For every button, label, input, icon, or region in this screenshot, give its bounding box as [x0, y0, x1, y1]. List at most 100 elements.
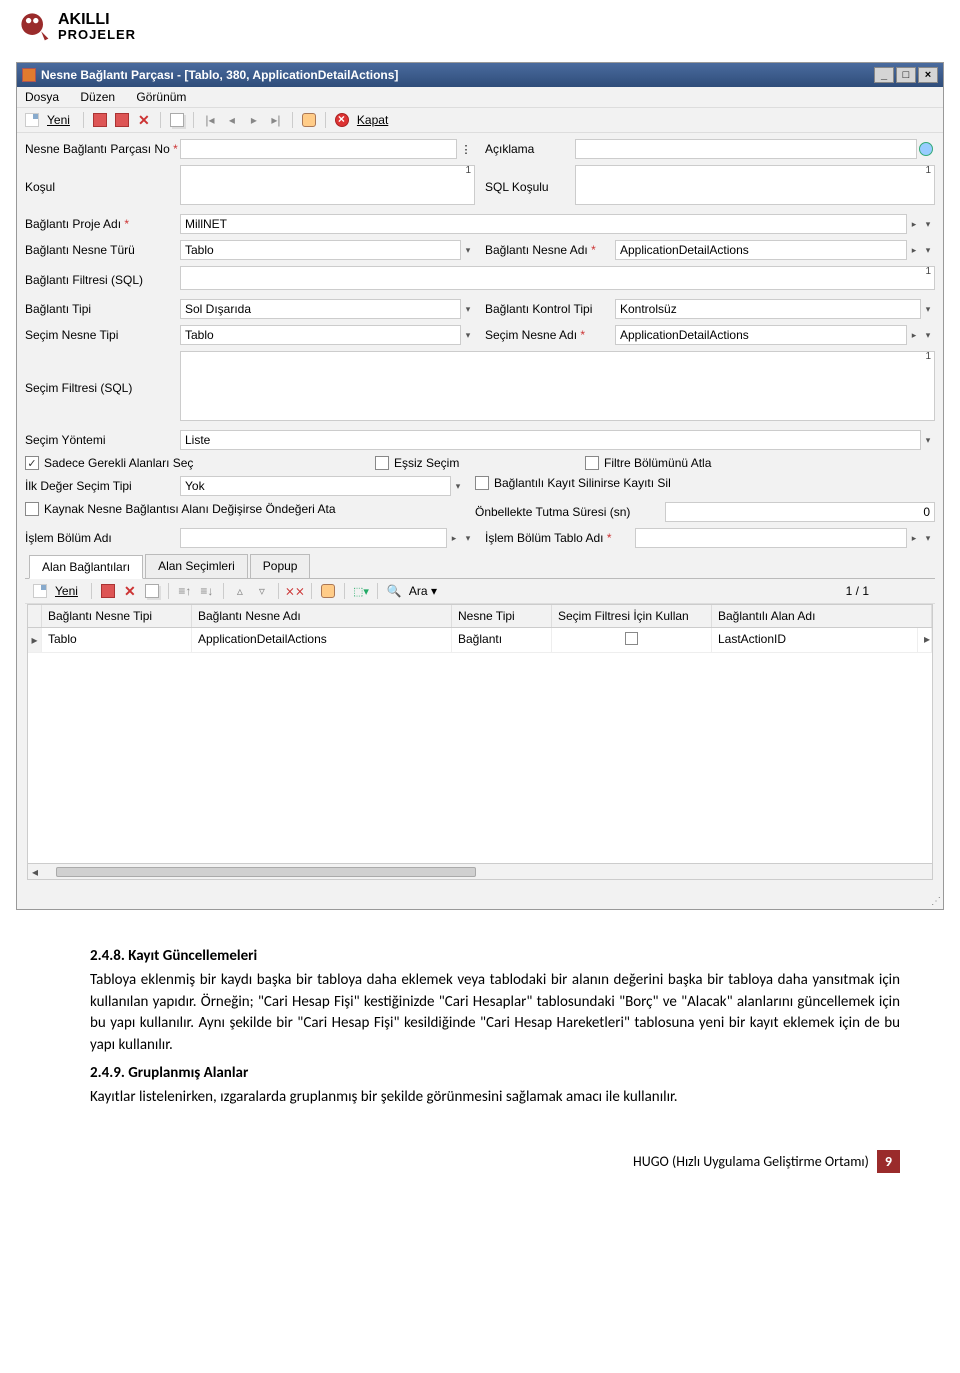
- kontrol-tipi-dd-icon[interactable]: ▾: [921, 300, 935, 318]
- cell-c5[interactable]: LastActionID: [712, 628, 918, 652]
- minimize-button[interactable]: _: [874, 67, 894, 83]
- delete-icon[interactable]: ✕: [135, 111, 153, 129]
- nesne-adi-lookup-icon[interactable]: ▸: [907, 241, 921, 259]
- sub-up-icon[interactable]: ▵: [231, 582, 249, 600]
- input-desc[interactable]: [575, 139, 917, 159]
- save-icon[interactable]: [91, 111, 109, 129]
- sub-outdent-icon[interactable]: ≡↓: [198, 582, 216, 600]
- sub-user-icon[interactable]: [319, 582, 337, 600]
- input-secim-nesne-adi[interactable]: [615, 325, 907, 345]
- islem-bolum-lookup-icon[interactable]: ▸: [447, 529, 461, 547]
- nesne-turu-dd-icon[interactable]: ▾: [461, 241, 475, 259]
- secim-yontemi-dd-icon[interactable]: ▾: [921, 431, 935, 449]
- tab-popup[interactable]: Popup: [250, 554, 311, 578]
- refresh-icon[interactable]: [113, 111, 131, 129]
- input-filtre[interactable]: [180, 266, 935, 290]
- new-button[interactable]: Yeni: [47, 113, 70, 127]
- new-icon[interactable]: [23, 111, 41, 129]
- input-secim-yontemi[interactable]: [180, 430, 921, 450]
- chk-silinirse[interactable]: Bağlantılı Kayıt Silinirse Kayıtı Sil: [475, 476, 671, 490]
- secim-nesne-tipi-dd-icon[interactable]: ▾: [461, 326, 475, 344]
- cell-c4[interactable]: [552, 628, 712, 652]
- input-secim-filtre[interactable]: [180, 351, 935, 421]
- baglanti-tipi-dd-icon[interactable]: ▾: [461, 300, 475, 318]
- sec1-num: 2.4.8.: [90, 947, 125, 965]
- tab-alan-secimleri[interactable]: Alan Seçimleri: [145, 554, 248, 578]
- nav-first-icon[interactable]: |◂: [201, 111, 219, 129]
- chk-essiz[interactable]: Eşsiz Seçim: [375, 456, 575, 470]
- horizontal-scrollbar[interactable]: ◂: [28, 863, 932, 879]
- chk-ondeger[interactable]: Kaynak Nesne Bağlantısı Alanı Değişirse …: [25, 502, 465, 516]
- input-islem-tablo[interactable]: [635, 528, 907, 548]
- sub-indent-icon[interactable]: ≡↑: [176, 582, 194, 600]
- islem-tablo-lookup-icon[interactable]: ▸: [907, 529, 921, 547]
- nav-next-icon[interactable]: ▸: [245, 111, 263, 129]
- input-islem-bolum[interactable]: [180, 528, 447, 548]
- input-baglanti-tipi[interactable]: [180, 299, 461, 319]
- tabstrip: Alan Bağlantıları Alan Seçimleri Popup: [25, 554, 935, 579]
- label-secim-nesne-adi: Seçim Nesne Adı: [485, 328, 615, 342]
- menu-view[interactable]: Görünüm: [136, 90, 186, 104]
- copy-icon[interactable]: [168, 111, 186, 129]
- input-no[interactable]: [180, 139, 457, 159]
- proje-dd-icon[interactable]: ▾: [921, 215, 935, 233]
- close-icon[interactable]: [333, 111, 351, 129]
- chk-filtre-atla[interactable]: Filtre Bölümünü Atla: [585, 456, 711, 470]
- nesne-adi-dd-icon[interactable]: ▾: [921, 241, 935, 259]
- sub-clear-icon[interactable]: ⨯⨯: [286, 582, 304, 600]
- close-window-button[interactable]: ×: [918, 67, 938, 83]
- islem-tablo-dd-icon[interactable]: ▾: [921, 529, 935, 547]
- sub-new-icon[interactable]: [31, 582, 49, 600]
- cell-c1[interactable]: Tablo: [42, 628, 192, 652]
- col-h2[interactable]: Bağlantı Nesne Adı: [192, 605, 452, 627]
- user-icon[interactable]: [300, 111, 318, 129]
- sub-search-icon[interactable]: 🔍: [385, 582, 403, 600]
- cell-c3[interactable]: Bağlantı: [452, 628, 552, 652]
- logo-icon: [16, 8, 52, 44]
- table-row[interactable]: ▸ Tablo ApplicationDetailActions Bağlant…: [28, 628, 932, 653]
- input-nesne-adi[interactable]: [615, 240, 907, 260]
- sub-copy-icon[interactable]: [143, 582, 161, 600]
- cell-c2[interactable]: ApplicationDetailActions: [192, 628, 452, 652]
- input-nesne-turu[interactable]: [180, 240, 461, 260]
- row-end-icon[interactable]: ▸: [918, 628, 932, 652]
- ilk-deger-dd-icon[interactable]: ▾: [451, 477, 465, 495]
- lookup-no-icon[interactable]: ⋮: [457, 140, 475, 158]
- col-h5[interactable]: Bağlantılı Alan Adı: [712, 605, 932, 627]
- label-secim-nesne-tipi: Seçim Nesne Tipi: [25, 328, 180, 342]
- maximize-button[interactable]: □: [896, 67, 916, 83]
- doc-header: AKILLI PROJELER: [0, 0, 960, 52]
- menu-file[interactable]: Dosya: [25, 90, 59, 104]
- globe-icon[interactable]: [917, 140, 935, 158]
- menu-edit[interactable]: Düzen: [80, 90, 115, 104]
- col-h4[interactable]: Seçim Filtresi İçin Kullan: [552, 605, 712, 627]
- input-proje[interactable]: [180, 214, 907, 234]
- secim-nesne-adi-lookup-icon[interactable]: ▸: [907, 326, 921, 344]
- sub-export-icon[interactable]: ⬚▾: [352, 582, 370, 600]
- input-secim-nesne-tipi[interactable]: [180, 325, 461, 345]
- proje-lookup-icon[interactable]: ▸: [907, 215, 921, 233]
- close-button[interactable]: Kapat: [357, 113, 388, 127]
- col-h3[interactable]: Nesne Tipi: [452, 605, 552, 627]
- input-sqlkosul[interactable]: [575, 165, 935, 205]
- input-kontrol-tipi[interactable]: [615, 299, 921, 319]
- resize-grip-icon[interactable]: ⋰: [17, 894, 943, 909]
- islem-bolum-dd-icon[interactable]: ▾: [461, 529, 475, 547]
- sub-delete-icon[interactable]: ✕: [121, 582, 139, 600]
- nav-prev-icon[interactable]: ◂: [223, 111, 241, 129]
- sub-new-button[interactable]: Yeni: [55, 584, 78, 598]
- sub-save-icon[interactable]: [99, 582, 117, 600]
- secim-nesne-adi-dd-icon[interactable]: ▾: [921, 326, 935, 344]
- input-kosul[interactable]: [180, 165, 475, 205]
- chk-gerekli[interactable]: ✓Sadece Gerekli Alanları Seç: [25, 456, 365, 470]
- chk-silinirse-label: Bağlantılı Kayıt Silinirse Kayıtı Sil: [494, 476, 671, 490]
- input-ilk-deger[interactable]: [180, 476, 451, 496]
- input-onbellek[interactable]: [665, 502, 935, 522]
- col-h1[interactable]: Bağlantı Nesne Tipi: [42, 605, 192, 627]
- tab-alan-baglantilari[interactable]: Alan Bağlantıları: [29, 555, 143, 579]
- label-secim-filtre: Seçim Filtresi (SQL): [25, 381, 180, 395]
- sub-search-button[interactable]: Ara ▾: [409, 584, 437, 598]
- chk-essiz-label: Eşsiz Seçim: [394, 456, 459, 470]
- sub-down-icon[interactable]: ▿: [253, 582, 271, 600]
- nav-last-icon[interactable]: ▸|: [267, 111, 285, 129]
